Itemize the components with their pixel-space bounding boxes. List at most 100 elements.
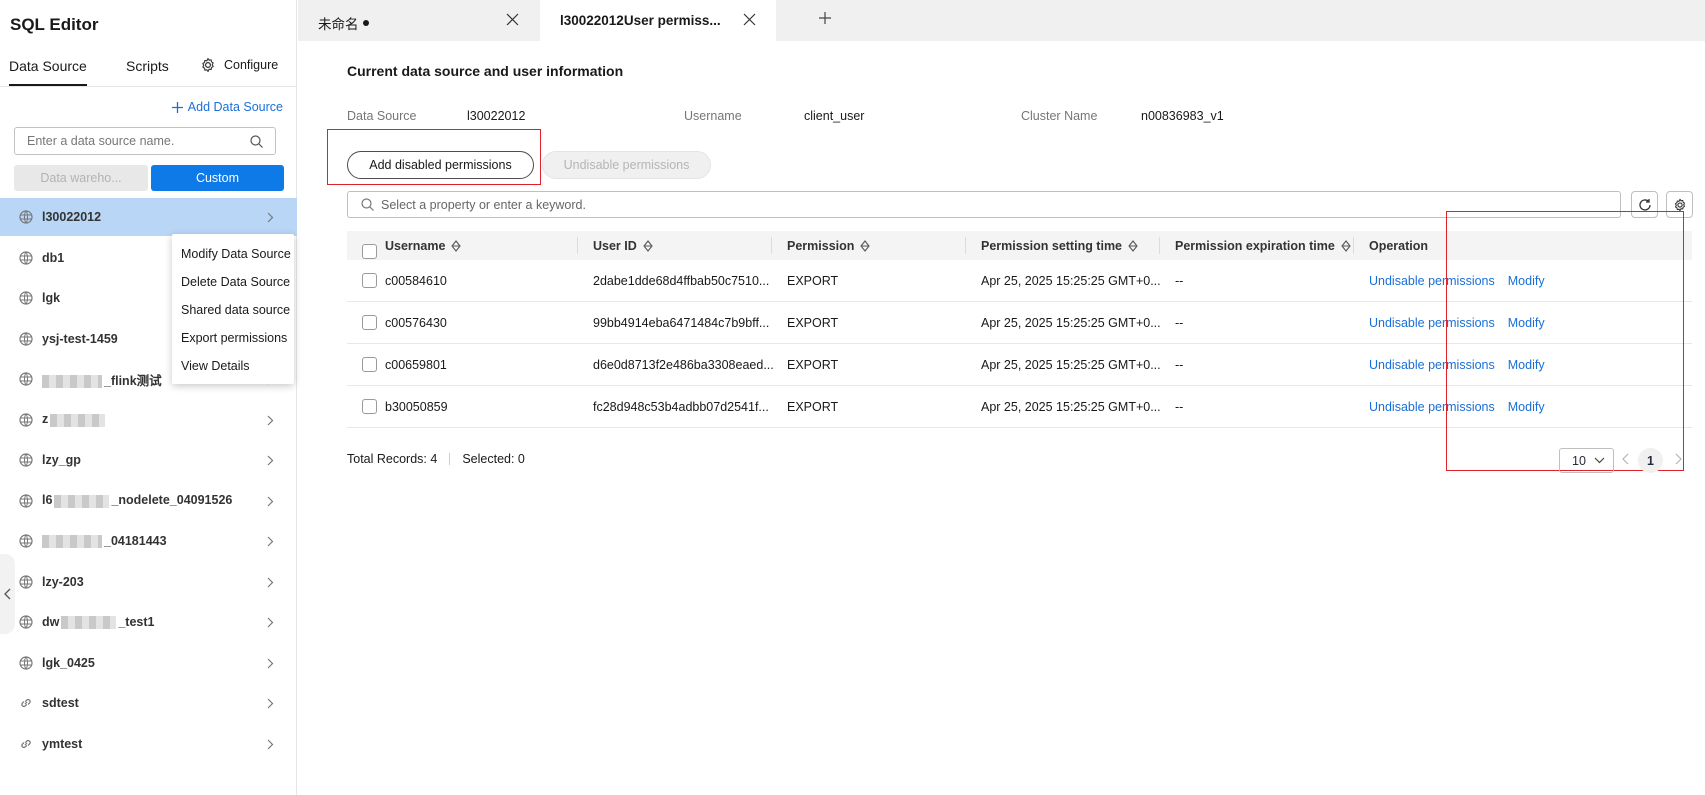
undisable-permissions-button[interactable]: Undisable permissions: [542, 151, 711, 179]
refresh-icon: [1638, 198, 1651, 211]
collapse-sidebar-button[interactable]: [0, 554, 15, 634]
data-source-search-input[interactable]: [15, 128, 240, 154]
chevron-right-icon[interactable]: [267, 576, 274, 591]
sidebar-item-data-source[interactable]: l6 _nodelete_04091526: [0, 482, 297, 520]
context-menu: Modify Data Source Delete Data Source Sh…: [172, 234, 294, 384]
main-panel: Current data source and user information…: [298, 41, 1705, 795]
sidebar-item-data-source[interactable]: lzy-203: [0, 563, 297, 601]
undisable-permissions-link[interactable]: Undisable permissions: [1369, 400, 1495, 414]
row-checkbox[interactable]: [362, 399, 377, 414]
close-icon[interactable]: [506, 13, 519, 26]
next-page-icon[interactable]: [1675, 453, 1682, 465]
username-value: client_user: [804, 109, 865, 123]
chevron-right-icon[interactable]: [267, 657, 274, 672]
filter-input[interactable]: [381, 192, 1581, 217]
menu-item-view-details[interactable]: View Details: [172, 352, 294, 380]
data-source-name: ysj-test-1459: [42, 331, 118, 346]
tab-scripts[interactable]: Scripts: [126, 58, 169, 74]
chevron-right-icon[interactable]: [267, 211, 274, 226]
refresh-button[interactable]: [1631, 191, 1658, 218]
header-user-id[interactable]: User ID: [593, 231, 653, 260]
sidebar-item-data-source[interactable]: l30022012: [0, 198, 297, 236]
row-checkbox[interactable]: [362, 357, 377, 372]
sidebar-item-data-source[interactable]: z: [0, 401, 297, 439]
sort-icon[interactable]: [1128, 239, 1138, 252]
sort-icon[interactable]: [451, 239, 462, 252]
permissions-table: Username User ID Permission Permission s…: [347, 231, 1692, 428]
select-all-checkbox[interactable]: [362, 244, 377, 259]
cell-setting-time: Apr 25, 2025 15:25:25 GMT+0...: [981, 357, 1161, 372]
modify-link[interactable]: Modify: [1508, 400, 1545, 414]
modify-link[interactable]: Modify: [1508, 316, 1545, 330]
segment-custom[interactable]: Custom: [151, 165, 284, 191]
sidebar-item-data-source[interactable]: lzy_gp: [0, 441, 297, 479]
configure-button[interactable]: Configure: [200, 57, 278, 73]
chevron-right-icon[interactable]: [267, 697, 274, 712]
column-separator[interactable]: [1353, 237, 1354, 254]
table-settings-button[interactable]: [1666, 191, 1693, 218]
database-icon: [19, 250, 33, 265]
header-permission[interactable]: Permission: [787, 231, 871, 260]
chevron-right-icon[interactable]: [267, 738, 274, 753]
sidebar-item-data-source[interactable]: ymtest: [0, 725, 297, 763]
modify-link[interactable]: Modify: [1508, 274, 1545, 288]
segment-data-warehouse[interactable]: Data wareho...: [14, 165, 148, 191]
undisable-permissions-link[interactable]: Undisable permissions: [1369, 274, 1495, 288]
add-tab-plus-icon[interactable]: [818, 11, 832, 25]
add-disabled-permissions-button[interactable]: Add disabled permissions: [347, 151, 534, 179]
cell-permission: EXPORT: [787, 399, 839, 414]
section-title: Current data source and user information: [347, 63, 624, 79]
redacted-block: [61, 616, 117, 630]
sidebar-item-data-source[interactable]: _04181443: [0, 522, 297, 560]
menu-item-modify-data-source[interactable]: Modify Data Source: [172, 240, 294, 268]
data-source-name-suffix: _test1: [118, 614, 155, 629]
cell-operation: Undisable permissions Modify: [1369, 302, 1545, 343]
sidebar-item-data-source[interactable]: lgk_0425: [0, 644, 297, 682]
menu-item-export-permissions[interactable]: Export permissions: [172, 324, 294, 352]
tab-data-source[interactable]: Data Source: [9, 58, 87, 74]
column-separator[interactable]: [1159, 237, 1160, 254]
database-icon: [19, 615, 33, 629]
search-icon[interactable]: [250, 135, 263, 148]
chevron-right-icon[interactable]: [267, 414, 274, 429]
sidebar-item-data-source[interactable]: sdtest: [0, 684, 297, 722]
menu-item-shared-data-source[interactable]: Shared data source: [172, 296, 294, 324]
header-permission-expiration-time[interactable]: Permission expiration time: [1175, 231, 1351, 260]
column-separator[interactable]: [771, 237, 772, 254]
undisable-permissions-link[interactable]: Undisable permissions: [1369, 316, 1495, 330]
modify-link[interactable]: Modify: [1508, 358, 1545, 372]
chevron-right-icon[interactable]: [267, 535, 274, 550]
chevron-right-icon[interactable]: [267, 454, 274, 469]
header-username[interactable]: Username: [385, 231, 462, 260]
cell-expiration-time: --: [1175, 357, 1184, 372]
menu-item-delete-data-source[interactable]: Delete Data Source: [172, 268, 294, 296]
chevron-right-icon[interactable]: [267, 495, 274, 510]
page-size-select[interactable]: 10: [1559, 448, 1614, 473]
file-tab-untitled[interactable]: 未命名: [298, 0, 538, 41]
column-separator[interactable]: [577, 237, 578, 254]
redacted-block: [54, 494, 110, 508]
close-icon[interactable]: [743, 13, 756, 26]
sidebar-item-data-source[interactable]: dw _test1: [0, 603, 297, 641]
sort-icon[interactable]: [860, 239, 871, 252]
sidebar: SQL Editor Data Source Scripts Configure…: [0, 0, 297, 795]
database-icon: [19, 372, 33, 386]
page-number-button[interactable]: 1: [1638, 448, 1663, 473]
header-permission-setting-time[interactable]: Permission setting time: [981, 231, 1138, 260]
cell-setting-time: Apr 25, 2025 15:25:25 GMT+0...: [981, 273, 1161, 288]
chevron-right-icon[interactable]: [267, 616, 274, 631]
undisable-permissions-link[interactable]: Undisable permissions: [1369, 358, 1495, 372]
data-source-search: [14, 127, 276, 155]
row-checkbox[interactable]: [362, 315, 377, 330]
prev-page-icon[interactable]: [1622, 453, 1629, 465]
data-source-name: _flink测试: [104, 373, 162, 388]
add-data-source-label: Add Data Source: [187, 100, 283, 114]
sort-icon[interactable]: [643, 239, 653, 252]
row-checkbox[interactable]: [362, 273, 377, 288]
column-separator[interactable]: [965, 237, 966, 254]
file-tab-user-permissions[interactable]: l30022012User permiss...: [540, 0, 776, 41]
database-icon: [19, 655, 33, 670]
sort-icon[interactable]: [1341, 239, 1351, 252]
data-source-name-suffix: _nodelete_04091526: [111, 493, 233, 508]
add-data-source-button[interactable]: Add Data Source: [171, 100, 283, 114]
